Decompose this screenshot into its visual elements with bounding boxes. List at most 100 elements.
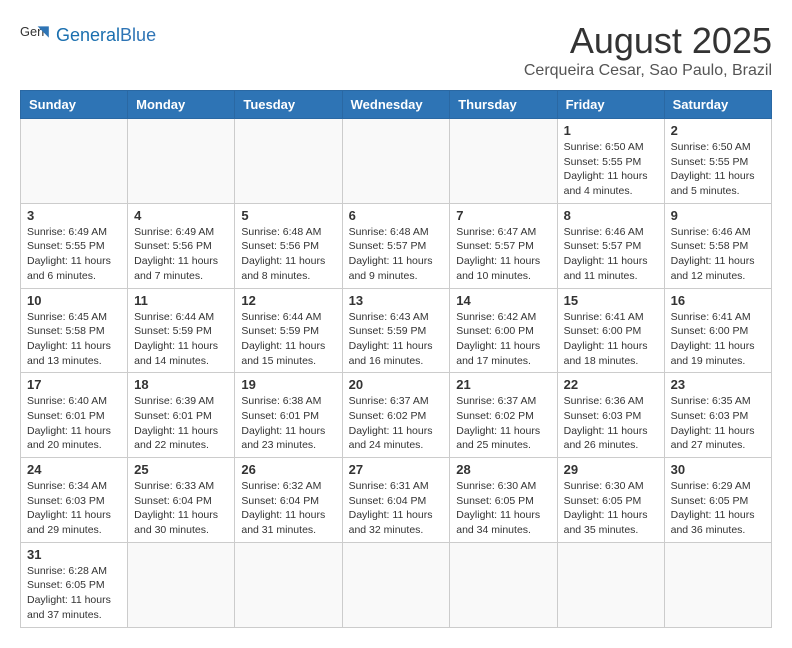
day-number: 3 [27, 208, 121, 223]
day-number: 15 [564, 293, 658, 308]
day-number: 28 [456, 462, 550, 477]
calendar-cell: 9Sunrise: 6:46 AM Sunset: 5:58 PM Daylig… [664, 203, 771, 288]
weekday-header-row: SundayMondayTuesdayWednesdayThursdayFrid… [21, 91, 772, 119]
day-number: 27 [349, 462, 444, 477]
calendar-cell: 28 Sunrise: 6:30 AM Sunset: 6:05 PM Dayli… [450, 458, 557, 543]
calendar-cell: 19 Sunrise: 6:38 AM Sunset: 6:01 PM Dayli… [235, 373, 342, 458]
day-number: 12 [241, 293, 335, 308]
calendar-cell [450, 542, 557, 627]
day-info: Sunrise: 6:44 AM Sunset: 5:59 PM Dayligh… [241, 310, 335, 369]
calendar-cell: 31 Sunrise: 6:28 AM Sunset: 6:05 PM Dayli… [21, 542, 128, 627]
week-row-2: 3Sunrise: 6:49 AM Sunset: 5:55 PM Daylig… [21, 203, 772, 288]
calendar-cell: 14Sunrise: 6:42 AM Sunset: 6:00 PM Dayli… [450, 288, 557, 373]
calendar-cell: 25 Sunrise: 6:33 AM Sunset: 6:04 PM Dayli… [128, 458, 235, 543]
day-info: Sunrise: 6:43 AM Sunset: 5:59 PM Dayligh… [349, 310, 444, 369]
day-number: 23 [671, 377, 765, 392]
day-info: Sunrise: 6:39 AM Sunset: 6:01 PM Dayligh… [134, 394, 228, 453]
day-info: Sunrise: 6:41 AM Sunset: 6:00 PM Dayligh… [671, 310, 765, 369]
calendar-cell [450, 119, 557, 204]
calendar-cell: 29 Sunrise: 6:30 AM Sunset: 6:05 PM Dayli… [557, 458, 664, 543]
day-info: Sunrise: 6:50 AM Sunset: 5:55 PM Dayligh… [564, 140, 658, 199]
calendar-cell: 15 Sunrise: 6:41 AM Sunset: 6:00 PM Dayli… [557, 288, 664, 373]
day-number: 30 [671, 462, 765, 477]
day-info: Sunrise: 6:44 AM Sunset: 5:59 PM Dayligh… [134, 310, 228, 369]
day-number: 19 [241, 377, 335, 392]
logo-blue: Blue [120, 25, 156, 45]
calendar-cell [128, 542, 235, 627]
logo-text: GeneralBlue [56, 26, 156, 46]
calendar-cell: 18 Sunrise: 6:39 AM Sunset: 6:01 PM Dayli… [128, 373, 235, 458]
day-info: Sunrise: 6:34 AM Sunset: 6:03 PM Dayligh… [27, 479, 121, 538]
calendar-cell [21, 119, 128, 204]
day-number: 5 [241, 208, 335, 223]
day-info: Sunrise: 6:30 AM Sunset: 6:05 PM Dayligh… [564, 479, 658, 538]
calendar-cell: 7Sunrise: 6:47 AM Sunset: 5:57 PM Daylig… [450, 203, 557, 288]
day-info: Sunrise: 6:47 AM Sunset: 5:57 PM Dayligh… [456, 225, 550, 284]
calendar-cell: 17 Sunrise: 6:40 AM Sunset: 6:01 PM Dayli… [21, 373, 128, 458]
location-title: Cerqueira Cesar, Sao Paulo, Brazil [524, 62, 772, 80]
day-info: Sunrise: 6:40 AM Sunset: 6:01 PM Dayligh… [27, 394, 121, 453]
day-info: Sunrise: 6:33 AM Sunset: 6:04 PM Dayligh… [134, 479, 228, 538]
calendar-cell: 6Sunrise: 6:48 AM Sunset: 5:57 PM Daylig… [342, 203, 450, 288]
week-row-3: 10Sunrise: 6:45 AM Sunset: 5:58 PM Dayli… [21, 288, 772, 373]
logo-icon: Gen [20, 20, 52, 52]
day-number: 29 [564, 462, 658, 477]
calendar-cell: 23 Sunrise: 6:35 AM Sunset: 6:03 PM Dayli… [664, 373, 771, 458]
weekday-header-tuesday: Tuesday [235, 91, 342, 119]
day-number: 8 [564, 208, 658, 223]
day-info: Sunrise: 6:37 AM Sunset: 6:02 PM Dayligh… [456, 394, 550, 453]
title-section: August 2025 Cerqueira Cesar, Sao Paulo, … [524, 20, 772, 80]
day-number: 31 [27, 547, 121, 562]
day-info: Sunrise: 6:31 AM Sunset: 6:04 PM Dayligh… [349, 479, 444, 538]
day-number: 11 [134, 293, 228, 308]
calendar-cell [342, 119, 450, 204]
day-number: 24 [27, 462, 121, 477]
day-info: Sunrise: 6:32 AM Sunset: 6:04 PM Dayligh… [241, 479, 335, 538]
day-number: 20 [349, 377, 444, 392]
calendar-cell: 1 Sunrise: 6:50 AM Sunset: 5:55 PM Daylig… [557, 119, 664, 204]
day-number: 14 [456, 293, 550, 308]
day-number: 6 [349, 208, 444, 223]
calendar-cell: 21Sunrise: 6:37 AM Sunset: 6:02 PM Dayli… [450, 373, 557, 458]
page-header: Gen GeneralBlue August 2025 Cerqueira Ce… [20, 20, 772, 80]
weekday-header-saturday: Saturday [664, 91, 771, 119]
day-info: Sunrise: 6:29 AM Sunset: 6:05 PM Dayligh… [671, 479, 765, 538]
calendar-cell [557, 542, 664, 627]
day-info: Sunrise: 6:28 AM Sunset: 6:05 PM Dayligh… [27, 564, 121, 623]
calendar-cell: 12 Sunrise: 6:44 AM Sunset: 5:59 PM Dayli… [235, 288, 342, 373]
day-number: 2 [671, 123, 765, 138]
day-number: 16 [671, 293, 765, 308]
day-number: 17 [27, 377, 121, 392]
week-row-4: 17 Sunrise: 6:40 AM Sunset: 6:01 PM Dayli… [21, 373, 772, 458]
day-info: Sunrise: 6:38 AM Sunset: 6:01 PM Dayligh… [241, 394, 335, 453]
day-info: Sunrise: 6:41 AM Sunset: 6:00 PM Dayligh… [564, 310, 658, 369]
day-number: 25 [134, 462, 228, 477]
weekday-header-monday: Monday [128, 91, 235, 119]
week-row-1: 1 Sunrise: 6:50 AM Sunset: 5:55 PM Daylig… [21, 119, 772, 204]
day-number: 13 [349, 293, 444, 308]
calendar-cell: 26Sunrise: 6:32 AM Sunset: 6:04 PM Dayli… [235, 458, 342, 543]
logo: Gen GeneralBlue [20, 20, 156, 52]
day-info: Sunrise: 6:35 AM Sunset: 6:03 PM Dayligh… [671, 394, 765, 453]
calendar-cell: 24 Sunrise: 6:34 AM Sunset: 6:03 PM Dayli… [21, 458, 128, 543]
calendar-cell: 27 Sunrise: 6:31 AM Sunset: 6:04 PM Dayli… [342, 458, 450, 543]
day-number: 22 [564, 377, 658, 392]
week-row-5: 24 Sunrise: 6:34 AM Sunset: 6:03 PM Dayli… [21, 458, 772, 543]
day-info: Sunrise: 6:46 AM Sunset: 5:58 PM Dayligh… [671, 225, 765, 284]
calendar-cell: 13 Sunrise: 6:43 AM Sunset: 5:59 PM Dayli… [342, 288, 450, 373]
day-info: Sunrise: 6:49 AM Sunset: 5:56 PM Dayligh… [134, 225, 228, 284]
day-info: Sunrise: 6:46 AM Sunset: 5:57 PM Dayligh… [564, 225, 658, 284]
calendar-cell: 10Sunrise: 6:45 AM Sunset: 5:58 PM Dayli… [21, 288, 128, 373]
weekday-header-sunday: Sunday [21, 91, 128, 119]
day-number: 10 [27, 293, 121, 308]
day-number: 1 [564, 123, 658, 138]
day-number: 18 [134, 377, 228, 392]
calendar-cell [128, 119, 235, 204]
calendar-cell: 22Sunrise: 6:36 AM Sunset: 6:03 PM Dayli… [557, 373, 664, 458]
calendar-cell: 8 Sunrise: 6:46 AM Sunset: 5:57 PM Daylig… [557, 203, 664, 288]
month-title: August 2025 [524, 20, 772, 62]
week-row-6: 31 Sunrise: 6:28 AM Sunset: 6:05 PM Dayli… [21, 542, 772, 627]
weekday-header-friday: Friday [557, 91, 664, 119]
day-info: Sunrise: 6:30 AM Sunset: 6:05 PM Dayligh… [456, 479, 550, 538]
calendar-cell: 16 Sunrise: 6:41 AM Sunset: 6:00 PM Dayli… [664, 288, 771, 373]
